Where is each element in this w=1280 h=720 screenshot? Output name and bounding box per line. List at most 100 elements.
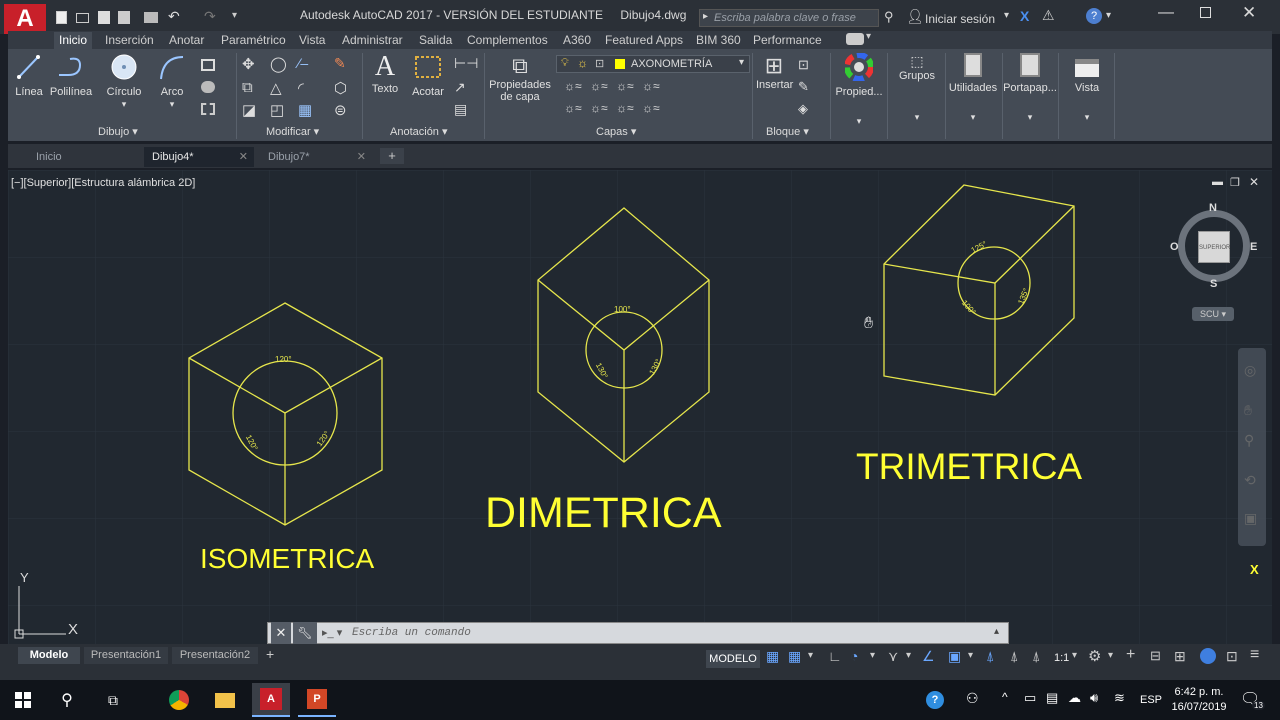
- region-icon[interactable]: [201, 103, 215, 115]
- zoom-icon[interactable]: ⚲: [1244, 432, 1254, 449]
- grupos-expand-icon[interactable]: ▾: [892, 112, 942, 123]
- new-icon[interactable]: [56, 11, 67, 24]
- polar-dropdown-icon[interactable]: ▾: [870, 650, 875, 661]
- object-track-icon[interactable]: ∠: [922, 648, 935, 665]
- powerpoint-app[interactable]: P: [298, 683, 336, 717]
- wifi-tray-icon[interactable]: ≋: [1114, 690, 1125, 706]
- hardware-accel-icon[interactable]: ⊡: [1226, 648, 1238, 665]
- rectangle-icon[interactable]: [201, 59, 215, 71]
- close-tab-icon[interactable]: ✕: [239, 147, 248, 167]
- viewport-close-icon[interactable]: ✕: [1249, 175, 1259, 189]
- isolate-objects-icon[interactable]: [1200, 648, 1216, 664]
- tab-inicio[interactable]: Inicio: [54, 32, 93, 49]
- tab-bim360[interactable]: BIM 360: [691, 32, 746, 49]
- onedrive-tray-icon[interactable]: ☁: [1068, 690, 1081, 706]
- propiedades-expand-icon[interactable]: ▾: [832, 116, 886, 127]
- bloque-group-label[interactable]: Bloque ▾: [766, 125, 809, 138]
- tab-vista[interactable]: Vista: [294, 32, 330, 49]
- vista-expand-icon[interactable]: ▾: [1062, 112, 1112, 123]
- tab-administrar[interactable]: Administrar: [337, 32, 408, 49]
- tab-a360[interactable]: A360: [558, 32, 596, 49]
- arco-button[interactable]: Arco ▾: [156, 53, 188, 110]
- copy-icon[interactable]: ⧉: [242, 79, 253, 96]
- tab-complementos[interactable]: Complementos: [462, 32, 553, 49]
- propiedades-capa-button[interactable]: ⧉ Propiedades de capa: [488, 53, 552, 103]
- layer-tool-6-icon[interactable]: ☼≈: [590, 101, 608, 115]
- units-icon[interactable]: ⊟: [1150, 648, 1161, 664]
- task-view-button[interactable]: ⧉: [94, 683, 132, 717]
- search-box[interactable]: ▸ Escriba palabra clave o frase: [699, 9, 879, 27]
- polar-icon[interactable]: ◔: [850, 648, 858, 664]
- layer-tool-2-icon[interactable]: ☼≈: [590, 79, 608, 93]
- block-attr-icon[interactable]: ◈: [798, 101, 808, 117]
- command-close-icon[interactable]: ✕: [271, 622, 291, 644]
- close-tab-icon[interactable]: ✕: [357, 147, 366, 167]
- layout-tab-model[interactable]: Modelo: [18, 647, 80, 664]
- close-icon[interactable]: ✕: [1242, 3, 1256, 23]
- compass-s[interactable]: S: [1210, 278, 1217, 290]
- scale-icon[interactable]: ◰: [270, 101, 284, 119]
- linea-button[interactable]: Línea: [14, 53, 44, 98]
- explode-icon[interactable]: ⬡: [334, 79, 347, 97]
- ribbon-options-icon[interactable]: ▾: [866, 31, 871, 42]
- annotation-monitor-icon[interactable]: +: [1126, 646, 1135, 664]
- command-history-icon[interactable]: ▴: [994, 626, 999, 637]
- arco-dropdown-icon[interactable]: ▾: [170, 99, 175, 109]
- workspace-dropdown-icon[interactable]: ▾: [1108, 650, 1113, 661]
- command-line[interactable]: ✕ 🔧︎ ▸_ ▾ Escriba un comando ▴: [267, 622, 1009, 644]
- compass-o[interactable]: O: [1170, 241, 1179, 253]
- layer-tool-7-icon[interactable]: ☼≈: [616, 101, 634, 115]
- acotar-button[interactable]: Acotar: [410, 53, 446, 98]
- capas-group-label[interactable]: Capas ▾: [596, 125, 636, 138]
- isodraft-icon[interactable]: ⋎: [888, 648, 898, 665]
- customization-icon[interactable]: ≡: [1250, 646, 1259, 664]
- chrome-app[interactable]: [160, 683, 198, 717]
- stretch-icon[interactable]: ◪: [242, 101, 256, 119]
- layer-tool-4-icon[interactable]: ☼≈: [642, 79, 660, 93]
- model-space-button[interactable]: MODELO: [706, 650, 760, 668]
- tab-parametrico[interactable]: Paramétrico: [216, 32, 291, 49]
- help-icon[interactable]: ?: [1086, 8, 1102, 24]
- undo-icon[interactable]: ↶: [168, 8, 180, 25]
- utilidades-expand-icon[interactable]: ▾: [946, 112, 1000, 123]
- language-indicator[interactable]: ESP: [1140, 694, 1162, 706]
- layer-tool-5-icon[interactable]: ☼≈: [564, 101, 582, 115]
- help-dropdown-icon[interactable]: ▾: [1106, 10, 1111, 21]
- tab-insercion[interactable]: Inserción: [100, 32, 159, 49]
- move-icon[interactable]: ✥: [242, 55, 255, 73]
- layer-dropdown[interactable]: 💡︎ ☼ ⊡ AXONOMETRÍA ▾: [556, 55, 750, 73]
- tab-anotar[interactable]: Anotar: [164, 32, 209, 49]
- anotacion-group-label[interactable]: Anotación ▾: [390, 125, 448, 138]
- explorer-app[interactable]: [206, 683, 244, 717]
- maximize-icon[interactable]: [1200, 7, 1211, 18]
- new-tab-icon[interactable]: +: [380, 148, 404, 164]
- circulo-dropdown-icon[interactable]: ▾: [122, 99, 127, 109]
- autoscale-icon[interactable]: ⍋: [1010, 648, 1018, 665]
- utilidades-button[interactable]: Utilidades ▾: [946, 53, 1000, 123]
- viewcube-face-top[interactable]: SUPERIOR: [1198, 231, 1230, 263]
- leader-icon[interactable]: ↗: [454, 79, 466, 96]
- tab-performance[interactable]: Performance: [748, 32, 827, 49]
- search-taskbar-button[interactable]: ⚲: [48, 683, 86, 717]
- exchange-apps-icon[interactable]: X: [1020, 8, 1029, 24]
- linear-dim-icon[interactable]: ⊢⊣: [454, 55, 478, 72]
- grupos-button[interactable]: ⬚ Grupos ▾: [892, 53, 942, 123]
- vista-button[interactable]: Vista ▾: [1062, 53, 1112, 123]
- edit-block-icon[interactable]: ✎: [798, 79, 809, 95]
- portapapeles-button[interactable]: Portapap... ▾: [1002, 53, 1058, 123]
- quick-properties-icon[interactable]: ⊞: [1174, 648, 1186, 665]
- rotate-icon[interactable]: ◯: [270, 55, 287, 73]
- grid-icon[interactable]: ▦: [766, 648, 779, 665]
- snap-dropdown-icon[interactable]: ▾: [808, 650, 813, 661]
- qat-dropdown-icon[interactable]: ▾: [232, 10, 237, 21]
- offset-icon[interactable]: ⊜: [334, 101, 347, 119]
- mirror-icon[interactable]: △: [270, 79, 282, 97]
- texto-button[interactable]: A Texto: [368, 51, 402, 95]
- ucs-menu[interactable]: SCU ▾: [1192, 307, 1234, 321]
- viewcube[interactable]: SUPERIOR N S E O: [1170, 202, 1257, 290]
- tab-featured-apps[interactable]: Featured Apps: [600, 32, 688, 49]
- command-settings-icon[interactable]: 🔧︎: [293, 622, 317, 644]
- viewport-controls[interactable]: [−][Superior][Estructura alámbrica 2D]: [11, 177, 195, 189]
- object-snap-dropdown-icon[interactable]: ▾: [968, 650, 973, 661]
- plot-icon[interactable]: [144, 12, 158, 23]
